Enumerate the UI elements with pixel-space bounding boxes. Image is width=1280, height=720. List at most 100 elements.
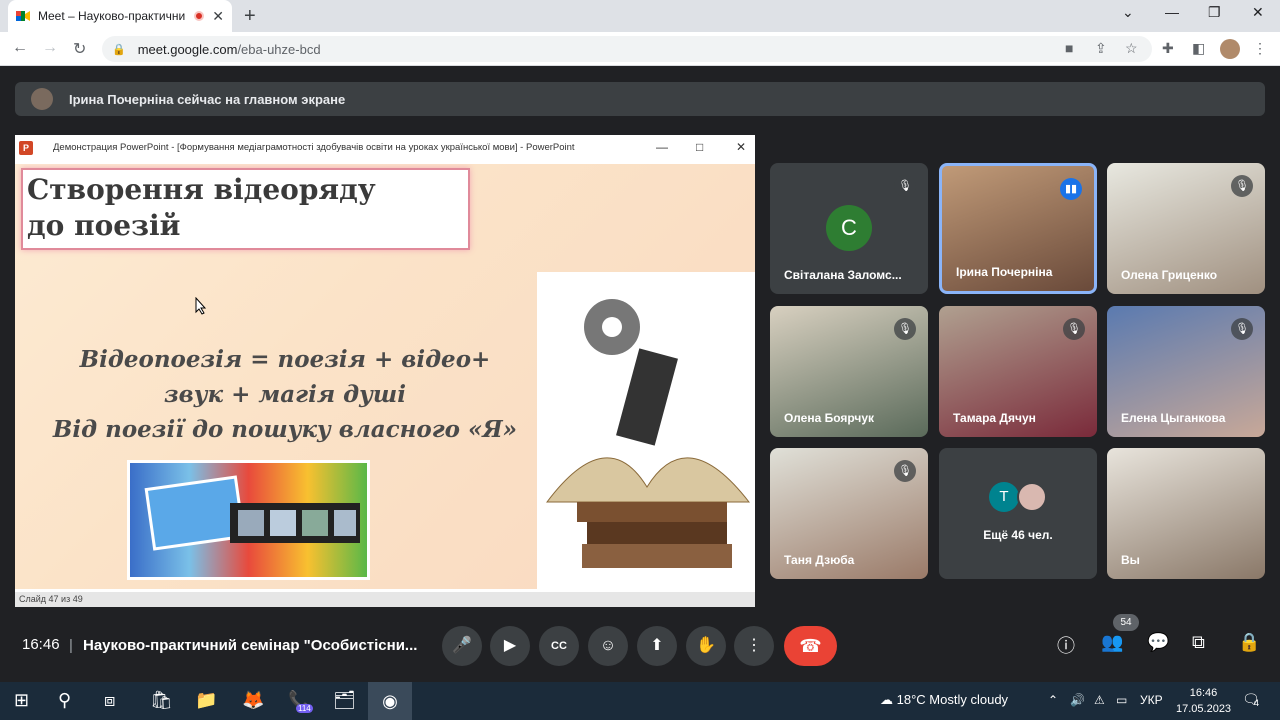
camera-button[interactable]: ▶ <box>490 626 530 666</box>
tray-chevron-icon[interactable]: ⌃ <box>1048 693 1058 707</box>
chrome-taskbar-icon[interactable]: ◉ <box>368 682 412 720</box>
speaking-indicator-icon: ▮▮ <box>1060 178 1082 200</box>
chat-icon[interactable]: 💬 <box>1147 632 1169 653</box>
participant-name: Ірина Почерніна <box>956 265 1053 279</box>
close-window-button[interactable]: ✕ <box>1252 4 1264 21</box>
taskbar-time: 16:46 <box>1189 687 1218 699</box>
back-arrow-icon[interactable]: ← <box>12 39 28 57</box>
language-indicator[interactable]: УКР <box>1140 693 1163 707</box>
presentation-slide: Створення відеоряду до поезій Відеопоезі… <box>15 164 755 589</box>
mic-muted-icon: 🎙 <box>894 318 916 340</box>
slide-title-line-1: Створення відеоряду <box>27 173 376 206</box>
slide-title-line-2: до поезій <box>27 209 181 242</box>
slide-title: Створення відеоряду до поезій <box>21 168 470 250</box>
battery-icon[interactable]: ▭ <box>1116 693 1127 707</box>
file-explorer-icon[interactable]: 📁 <box>195 690 217 711</box>
bookmark-star-icon[interactable]: ☆ <box>1125 40 1138 57</box>
extensions-puzzle-icon[interactable]: ✚ <box>1162 40 1174 57</box>
url-host: meet.google.com <box>137 41 238 57</box>
weather-cloud-icon: ☁ <box>880 692 893 707</box>
more-participants-tile[interactable]: T Ещё 46 чел. <box>939 448 1097 579</box>
mic-muted-icon: 🎙 <box>894 460 916 482</box>
mic-muted-icon: 🎙 <box>894 175 916 197</box>
more-options-button[interactable]: ⋮ <box>734 626 774 666</box>
participant-name: Світалана Заломс... <box>784 268 902 282</box>
present-screen-icon: ⬆ <box>650 637 664 654</box>
profile-avatar[interactable] <box>1220 39 1240 59</box>
activities-icon[interactable]: ⧉ <box>1192 632 1205 653</box>
participant-name: Елена Цыганкова <box>1121 411 1226 425</box>
share-icon[interactable]: ⇪ <box>1095 40 1107 57</box>
more-participants-label: Ещё 46 чел. <box>983 528 1053 542</box>
powerpoint-taskbar-icon[interactable]: 🗂 <box>333 690 356 711</box>
participant-tile[interactable]: 🎙 Олена Боярчук <box>770 306 928 437</box>
address-bar[interactable]: 🔒 meet.google.com /eba-uhze-bcd <box>102 36 1152 62</box>
reactions-button[interactable]: ☺ <box>588 626 628 666</box>
participant-avatar: T <box>989 482 1019 512</box>
participant-tile[interactable]: 🎙 Олена Гриценко <box>1107 163 1265 294</box>
participant-tile[interactable]: 🎙 Таня Дзюба <box>770 448 928 579</box>
volume-icon[interactable]: 🔊 <box>1070 693 1085 707</box>
restore-window-button[interactable]: ❐ <box>1208 4 1221 21</box>
raise-hand-button[interactable]: ✋ <box>686 626 726 666</box>
present-now-button[interactable]: ⬆ <box>637 626 677 666</box>
meeting-clock: 16:46 <box>22 636 60 653</box>
browser-tab-bar: Meet – Науково-практичний ✕ + ⌄ — ❐ ✕ <box>0 0 1280 32</box>
captions-button[interactable]: CC <box>539 626 579 666</box>
meet-stage: Ірина Почерніна сейчас на главном экране… <box>0 66 1280 682</box>
host-controls-lock-icon[interactable]: 🔒 <box>1238 632 1260 653</box>
microphone-button[interactable]: 🎤 <box>442 626 482 666</box>
participant-tile[interactable]: 🎙 Елена Цыганкова <box>1107 306 1265 437</box>
taskbar-date: 17.05.2023 <box>1176 703 1232 715</box>
browser-tab-meet[interactable]: Meet – Науково-практичний ✕ <box>8 0 232 32</box>
tab-search-icon[interactable]: ⌄ <box>1122 4 1134 21</box>
browser-toolbar: ← → ↻ 🔒 meet.google.com /eba-uhze-bcd ■ … <box>0 32 1280 66</box>
camera-in-use-icon[interactable]: ■ <box>1065 40 1073 56</box>
windows-start-icon[interactable]: ⊞ <box>14 690 29 711</box>
powerpoint-logo-icon: P <box>19 140 33 155</box>
mic-muted-icon: 🎙 <box>1231 175 1253 197</box>
microphone-icon: 🎤 <box>452 637 472 654</box>
search-icon[interactable]: ⚲ <box>58 690 71 711</box>
forward-arrow-icon[interactable]: → <box>42 39 58 57</box>
browser-menu-icon[interactable]: ⋮ <box>1253 40 1267 57</box>
presenter-avatar <box>31 88 53 110</box>
more-participants-avatars: T <box>989 482 1047 512</box>
store-icon[interactable]: 🛍 <box>150 690 173 711</box>
reload-icon[interactable]: ↻ <box>73 39 86 59</box>
task-view-icon[interactable]: ⧈ <box>104 690 115 711</box>
powerpoint-window-title: Демонстрация PowerPoint - [Формування ме… <box>53 142 575 153</box>
notification-count: 4 <box>1254 698 1260 708</box>
people-icon[interactable]: 👥 <box>1101 632 1123 653</box>
new-tab-button[interactable]: + <box>244 5 256 28</box>
meeting-details-info-icon[interactable]: ⓘ <box>1057 632 1075 658</box>
participant-tile[interactable]: 🎙 Тамара Дячун <box>939 306 1097 437</box>
slide-body: Відеопоезія = поезія + відео+ звук + маг… <box>45 342 525 447</box>
hand-icon: ✋ <box>696 637 716 654</box>
meeting-title: Науково-практичний семінар "Особистісни.… <box>83 637 418 654</box>
firefox-icon[interactable]: 🦊 <box>242 690 264 711</box>
participant-name: Олена Гриценко <box>1121 268 1218 282</box>
mic-muted-icon: 🎙 <box>1063 318 1085 340</box>
book-and-film-reel-image <box>537 272 755 589</box>
camera-icon: ▶ <box>503 637 517 654</box>
tab-title: Meet – Науково-практичний <box>38 9 187 23</box>
leave-call-button[interactable]: ☎ <box>784 626 837 666</box>
network-icon[interactable]: ⚠ <box>1094 693 1105 707</box>
url-path: /eba-uhze-bcd <box>237 41 321 57</box>
weather-widget[interactable]: ☁ 18°C Mostly cloudy <box>880 692 1008 708</box>
taskbar-clock[interactable]: 16:46 17.05.2023 <box>1176 685 1231 717</box>
powerpoint-status-bar: Слайд 47 из 49 <box>15 592 755 607</box>
tab-close-icon[interactable]: ✕ <box>212 8 224 25</box>
captions-icon: CC <box>551 640 567 652</box>
mouse-cursor-icon <box>195 297 207 315</box>
participant-tile[interactable]: C 🎙 Світалана Заломс... <box>770 163 928 294</box>
self-view-tile[interactable]: Вы <box>1107 448 1265 579</box>
minimize-window-button[interactable]: — <box>1165 4 1179 20</box>
side-panel-icon[interactable]: ◧ <box>1192 40 1205 57</box>
slide-body-line-3: Від поезії до пошуку власного «Я» <box>52 416 518 443</box>
windows-taskbar: ⊞ ⚲ ⧈ 🛍 📁 🦊 📞 114 🗂 ◉ ☁ 18°C Mostly clou… <box>0 682 1280 720</box>
presenting-banner-text: Ірина Почерніна сейчас на главном экране <box>69 91 346 107</box>
participant-tile-speaking[interactable]: ▮▮ Ірина Почерніна <box>939 163 1097 294</box>
film-strip-image <box>127 460 370 580</box>
